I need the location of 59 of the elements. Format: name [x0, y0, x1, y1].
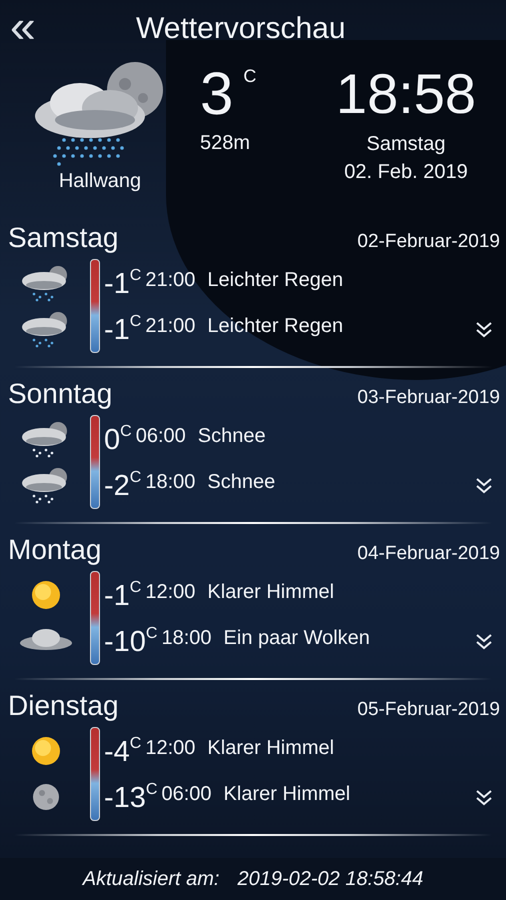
temperature-unit: C [130, 579, 142, 597]
forecast-time: 12:00 [145, 580, 196, 605]
thermometer-icon [90, 727, 100, 821]
weather-description: Leichter Regen [207, 314, 344, 339]
screen-title: Wettervorschau [136, 12, 346, 46]
updated-label: Aktualisiert am: [82, 868, 220, 890]
temperature-unit: C [130, 267, 142, 285]
day-date: 04-Februar-2019 [357, 543, 500, 565]
weather-description: Klarer Himmel [207, 580, 334, 605]
forecast-time: 18:00 [161, 626, 212, 651]
current-temperature: 3 [200, 59, 234, 129]
forecast-time: 18:00 [145, 470, 196, 495]
current-time: 18:58 [336, 61, 476, 127]
updated-timestamp: 2019-02-02 18:58:44 [238, 868, 424, 890]
day-name: Dienstag [8, 690, 119, 722]
current-weekday: Samstag [366, 132, 446, 157]
forecast-temperature: -1 [104, 313, 130, 347]
thermometer-icon [90, 259, 100, 353]
day-name: Montag [8, 534, 102, 566]
forecast-temperature: 0 [104, 423, 120, 457]
temperature-unit: C [120, 423, 132, 441]
back-button[interactable]: « [0, 6, 64, 52]
day-date: 03-Februar-2019 [357, 387, 500, 409]
forecast-temperature: -13 [104, 781, 146, 815]
forecast-temperature: -1 [104, 579, 130, 613]
forecast-time: 21:00 [145, 268, 196, 293]
forecast-temperature: -10 [104, 625, 146, 659]
weather-description: Schnee [198, 424, 266, 449]
forecast-time: 06:00 [161, 782, 212, 807]
day-name: Samstag [8, 222, 118, 254]
forecast-temperature: -2 [104, 469, 130, 503]
temperature-unit: C [130, 313, 142, 331]
weather-description: Schnee [207, 470, 276, 495]
weather-description: Klarer Himmel [207, 736, 334, 761]
expand-icon[interactable] [474, 788, 494, 808]
temperature-unit: C [130, 735, 142, 753]
expand-icon[interactable] [474, 632, 494, 652]
weather-description: Ein paar Wolken [224, 626, 370, 651]
temperature-unit: C [146, 781, 158, 799]
expand-icon[interactable] [474, 320, 494, 340]
altitude: 528m [200, 132, 252, 155]
current-date: 02. Feb. 2019 [344, 160, 468, 185]
thermometer-icon [90, 415, 100, 509]
day-name: Sonntag [8, 378, 112, 410]
location-name: Hallwang [58, 170, 142, 193]
day-date: 05-Februar-2019 [357, 699, 500, 721]
forecast-time: 12:00 [145, 736, 196, 761]
weather-description: Leichter Regen [207, 268, 344, 293]
temperature-unit: C [130, 469, 142, 487]
expand-icon[interactable] [474, 476, 494, 496]
temperature-unit: C [146, 625, 158, 643]
weather-description: Klarer Himmel [224, 782, 350, 807]
forecast-temperature: -1 [104, 267, 130, 301]
forecast-time: 21:00 [145, 314, 196, 339]
forecast-temperature: -4 [104, 735, 130, 769]
day-date: 02-Februar-2019 [357, 231, 500, 253]
thermometer-icon [90, 571, 100, 665]
forecast-time: 06:00 [136, 424, 186, 449]
temperature-unit: C [243, 66, 256, 87]
